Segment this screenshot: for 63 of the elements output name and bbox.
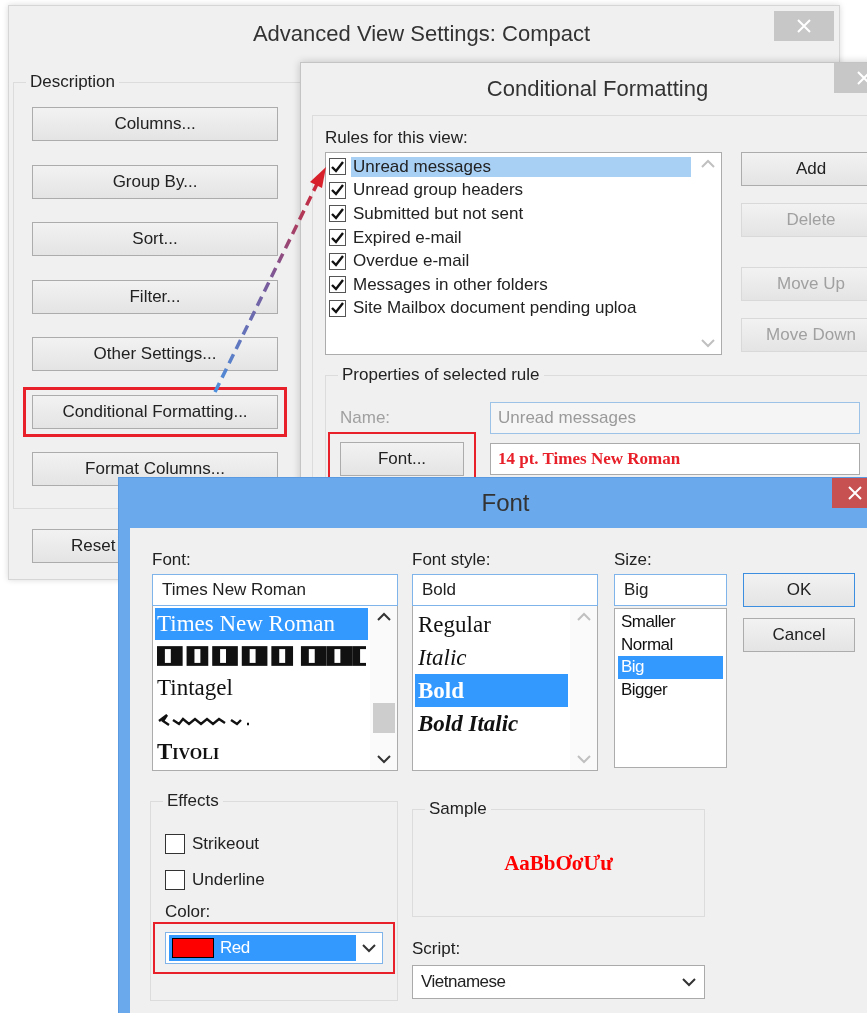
- name-label: Name:: [340, 408, 392, 428]
- checkbox[interactable]: [165, 870, 185, 890]
- font-style-item[interactable]: Regular: [415, 608, 568, 641]
- close-button[interactable]: [832, 478, 867, 508]
- scroll-down-icon[interactable]: [376, 755, 391, 764]
- size-label: Size:: [614, 550, 653, 570]
- font-input[interactable]: Times New Roman: [152, 574, 398, 606]
- close-icon: [797, 19, 811, 33]
- font-style-label: Font style:: [412, 550, 492, 570]
- rule-item[interactable]: Unread messages: [351, 156, 691, 177]
- font-style-item[interactable]: Bold Italic: [415, 707, 568, 740]
- checkbox[interactable]: [165, 834, 185, 854]
- close-icon: [847, 486, 862, 500]
- checkbox[interactable]: [329, 299, 346, 317]
- rule-item[interactable]: Expired e-mail: [351, 227, 464, 248]
- checkbox[interactable]: [329, 181, 346, 199]
- cancel-button[interactable]: Cancel: [743, 618, 855, 652]
- rule-item[interactable]: Messages in other folders: [351, 274, 550, 295]
- scrollbar-thumb[interactable]: [372, 703, 395, 733]
- group-label: Description: [26, 72, 120, 92]
- rule-item[interactable]: Unread group headers: [351, 180, 526, 201]
- rule-item[interactable]: Overdue e-mail: [351, 251, 472, 272]
- font-button[interactable]: Font...: [340, 442, 464, 476]
- checkbox[interactable]: [329, 158, 346, 176]
- group-label: Sample: [425, 799, 491, 819]
- dialog-button[interactable]: Other Settings...: [32, 337, 278, 371]
- rules-label: Rules for this view:: [325, 128, 468, 147]
- font-style-item[interactable]: Italic: [415, 641, 568, 674]
- font-item[interactable]: Tivoli: [155, 736, 368, 768]
- checkbox-label: Strikeout: [192, 834, 260, 854]
- checkbox[interactable]: [329, 205, 346, 223]
- close-icon: [857, 71, 867, 85]
- checkbox[interactable]: [329, 276, 346, 294]
- scroll-up-icon[interactable]: [376, 612, 391, 621]
- size-item[interactable]: Bigger: [618, 678, 723, 701]
- size-item[interactable]: Smaller: [618, 611, 723, 634]
- color-label: Color:: [165, 902, 211, 921]
- size-input[interactable]: Big: [614, 574, 727, 606]
- font-item[interactable]: Tintagel: [155, 672, 368, 704]
- script-select[interactable]: Vietnamese: [412, 965, 705, 999]
- checkbox-label: Underline: [192, 870, 265, 890]
- dialog-button[interactable]: Group By...: [32, 164, 278, 199]
- dialog-button[interactable]: Columns...: [32, 107, 278, 141]
- group-label: Properties of selected rule: [338, 365, 544, 385]
- rule-item[interactable]: Site Mailbox document pending uploa: [351, 298, 639, 319]
- window-title: Font: [480, 489, 531, 517]
- font-label: Font:: [152, 550, 192, 570]
- sample-text: AaBbƠơƯư: [504, 850, 613, 876]
- dialog-button[interactable]: Filter...: [32, 279, 278, 314]
- script-label: Script:: [412, 939, 461, 958]
- font-description: 14 pt. Times New Roman: [490, 443, 860, 475]
- window-title: Advanced View Settings: Compact: [251, 21, 592, 47]
- size-item[interactable]: Normal: [618, 633, 723, 656]
- window-title: Conditional Formatting: [485, 76, 710, 102]
- rule-item[interactable]: Submitted but not sent: [351, 204, 526, 224]
- color-value: Red: [220, 938, 250, 958]
- dialog-button[interactable]: Add: [741, 152, 867, 186]
- ok-button[interactable]: OK: [743, 573, 855, 607]
- checkbox[interactable]: [329, 229, 346, 247]
- font-style-input[interactable]: Bold: [412, 574, 598, 606]
- dialog-button[interactable]: Sort...: [32, 222, 278, 256]
- dialog-button[interactable]: Conditional Formatting...: [32, 394, 278, 429]
- checkbox[interactable]: [329, 252, 346, 270]
